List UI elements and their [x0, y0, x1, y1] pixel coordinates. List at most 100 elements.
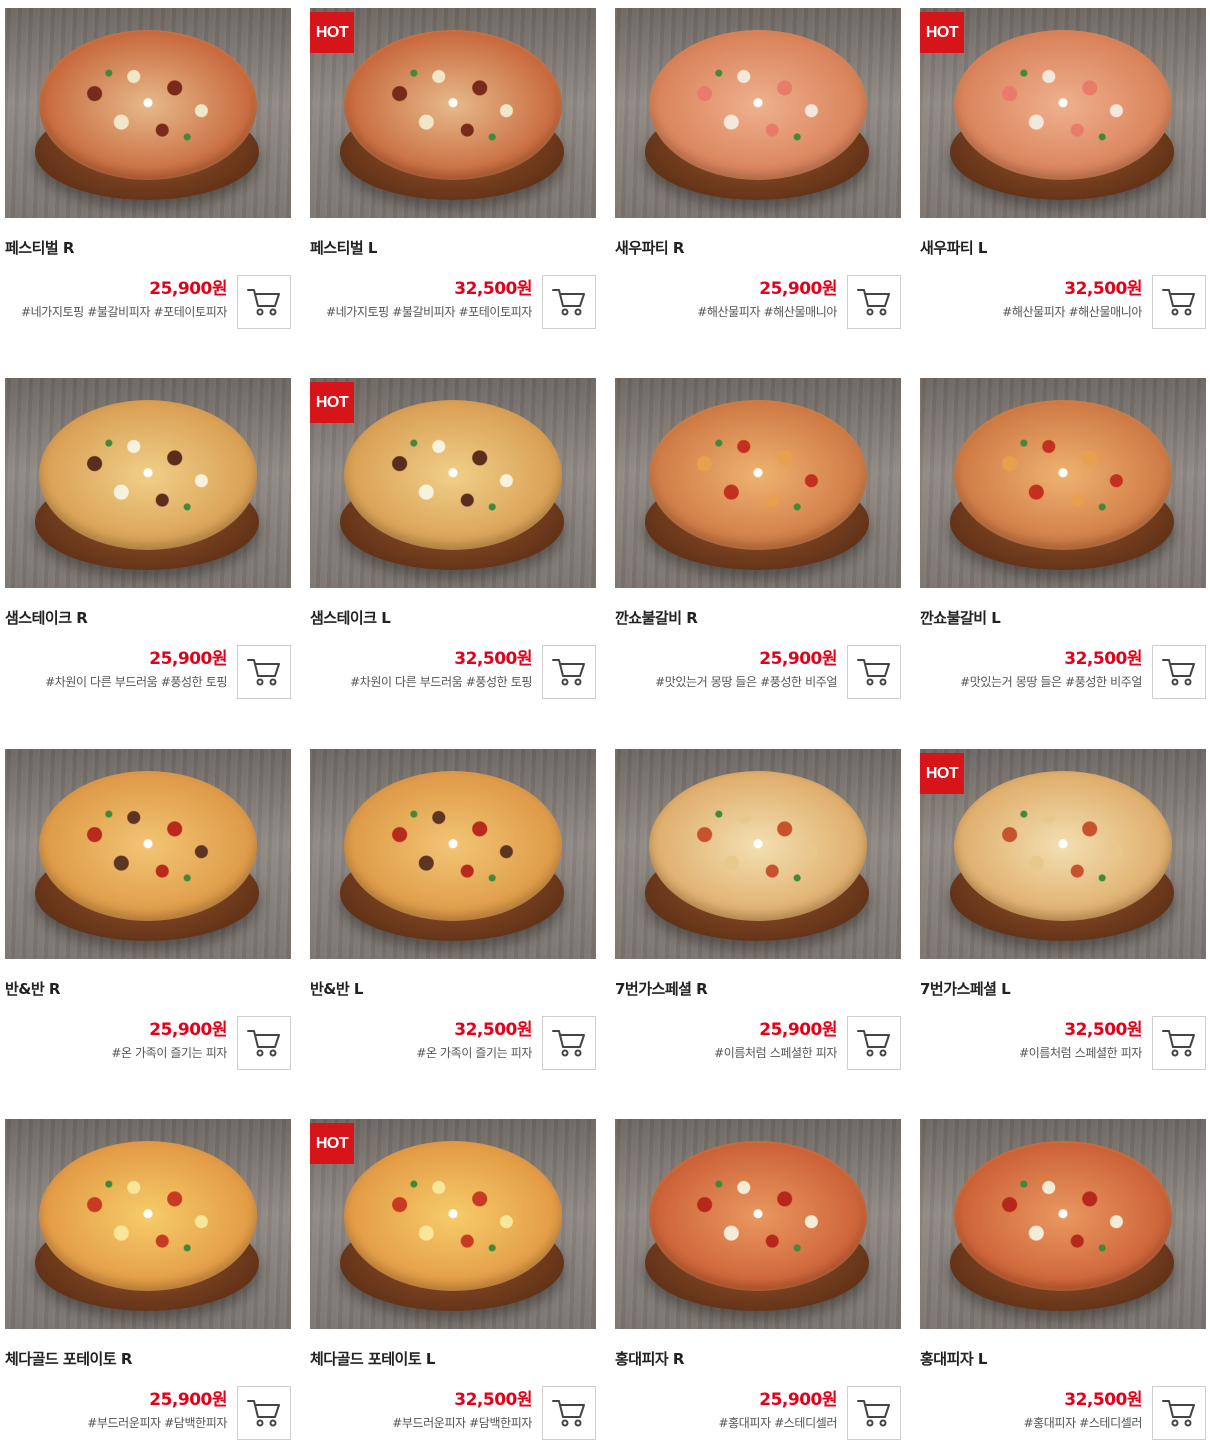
add-to-cart-button[interactable] [237, 1016, 291, 1070]
product-tags: #홍대피자 #스테디셀러 [1023, 1416, 1143, 1430]
pizza-image[interactable] [5, 749, 291, 959]
product-tags: #맛있는거 몽땅 들은 #풍성한 비주얼 [960, 675, 1142, 689]
product-price: 25,900원 [759, 649, 837, 669]
product-card-3[interactable]: 새우파티 R 25,900원 #해산물피자 #해산물매니아 [615, 8, 901, 338]
pizza-image[interactable]: HOT [920, 8, 1206, 218]
product-price: 25,900원 [149, 1390, 227, 1410]
shopping-cart-icon [552, 289, 585, 316]
product-card-16[interactable]: 홍대피자 L 32,500원 #홍대피자 #스테디셀러 [920, 1119, 1206, 1441]
product-tags: #해산물피자 #해산물매니아 [1002, 305, 1142, 319]
hot-badge: HOT [310, 12, 354, 53]
add-to-cart-button[interactable] [542, 645, 596, 699]
product-name[interactable]: 홍대피자 L [920, 1348, 987, 1369]
product-tags: #홍대피자 #스테디셀러 [718, 1416, 838, 1430]
product-name[interactable]: 페스티벌 R [5, 237, 74, 258]
product-name[interactable]: 7번가스페셜 R [615, 978, 708, 999]
shopping-cart-icon [1162, 1030, 1195, 1057]
product-tags: #네가지토핑 #불갈비피자 #포테이토피자 [325, 305, 532, 319]
product-tags: #차원이 다른 부드러움 #풍성한 토핑 [350, 675, 532, 689]
product-card-9[interactable]: 반&반 R 25,900원 #온 가족이 즐기는 피자 [5, 749, 291, 1079]
add-to-cart-button[interactable] [237, 1386, 291, 1440]
product-card-14[interactable]: HOT 체다골드 포테이토 L 32,500원 #부드러운피자 #담백한피자 [310, 1119, 596, 1441]
add-to-cart-button[interactable] [542, 1016, 596, 1070]
product-name[interactable]: 반&반 L [310, 978, 363, 999]
product-tags: #부드러운피자 #담백한피자 [87, 1416, 227, 1430]
product-name[interactable]: 체다골드 포테이토 R [5, 1348, 132, 1369]
add-to-cart-button[interactable] [542, 1386, 596, 1440]
product-price: 25,900원 [759, 1020, 837, 1040]
product-tags: #이름처럼 스페셜한 피자 [714, 1046, 837, 1060]
add-to-cart-button[interactable] [542, 275, 596, 329]
product-tags: #이름처럼 스페셜한 피자 [1019, 1046, 1142, 1060]
product-tags: #차원이 다른 부드러움 #풍성한 토핑 [45, 675, 227, 689]
add-to-cart-button[interactable] [237, 275, 291, 329]
add-to-cart-button[interactable] [1152, 645, 1206, 699]
product-card-10[interactable]: 반&반 L 32,500원 #온 가족이 즐기는 피자 [310, 749, 596, 1079]
pizza-image[interactable] [5, 8, 291, 218]
product-price: 32,500원 [454, 649, 532, 669]
product-card-11[interactable]: 7번가스페셜 R 25,900원 #이름처럼 스페셜한 피자 [615, 749, 901, 1079]
pizza-image[interactable] [920, 1119, 1206, 1329]
product-card-15[interactable]: 홍대피자 R 25,900원 #홍대피자 #스테디셀러 [615, 1119, 901, 1441]
product-card-13[interactable]: 체다골드 포테이토 R 25,900원 #부드러운피자 #담백한피자 [5, 1119, 291, 1441]
product-name[interactable]: 새우파티 R [615, 237, 684, 258]
add-to-cart-button[interactable] [237, 645, 291, 699]
pizza-image[interactable]: HOT [310, 8, 596, 218]
pizza-image[interactable]: HOT [920, 749, 1206, 959]
product-tags: #온 가족이 즐기는 피자 [416, 1046, 532, 1060]
pizza-image[interactable] [615, 8, 901, 218]
product-card-4[interactable]: HOT 새우파티 L 32,500원 #해산물피자 #해산물매니아 [920, 8, 1206, 338]
product-price: 32,500원 [454, 1390, 532, 1410]
shopping-cart-icon [1162, 1400, 1195, 1427]
shopping-cart-icon [1162, 289, 1195, 316]
product-name[interactable]: 새우파티 L [920, 237, 987, 258]
pizza-image[interactable] [615, 378, 901, 588]
product-price: 25,900원 [149, 1020, 227, 1040]
shopping-cart-icon [247, 1030, 280, 1057]
add-to-cart-button[interactable] [847, 1016, 901, 1070]
add-to-cart-button[interactable] [847, 275, 901, 329]
add-to-cart-button[interactable] [1152, 1386, 1206, 1440]
product-card-1[interactable]: 페스티벌 R 25,900원 #네가지토핑 #불갈비피자 #포테이토피자 [5, 8, 291, 338]
product-card-12[interactable]: HOT 7번가스페셜 L 32,500원 #이름처럼 스페셜한 피자 [920, 749, 1206, 1079]
product-card-5[interactable]: 샘스테이크 R 25,900원 #차원이 다른 부드러움 #풍성한 토핑 [5, 378, 291, 708]
product-card-8[interactable]: 깐쇼불갈비 L 32,500원 #맛있는거 몽땅 들은 #풍성한 비주얼 [920, 378, 1206, 708]
add-to-cart-button[interactable] [847, 1386, 901, 1440]
add-to-cart-button[interactable] [847, 645, 901, 699]
product-grid: 페스티벌 R 25,900원 #네가지토핑 #불갈비피자 #포테이토피자 HOT… [0, 0, 1210, 1441]
pizza-image[interactable] [615, 749, 901, 959]
shopping-cart-icon [857, 1400, 890, 1427]
pizza-image[interactable]: HOT [310, 1119, 596, 1329]
add-to-cart-button[interactable] [1152, 1016, 1206, 1070]
shopping-cart-icon [857, 659, 890, 686]
product-price: 25,900원 [759, 1390, 837, 1410]
product-price: 25,900원 [149, 279, 227, 299]
product-name[interactable]: 샘스테이크 L [310, 607, 391, 628]
pizza-image[interactable] [5, 378, 291, 588]
shopping-cart-icon [1162, 659, 1195, 686]
pizza-image[interactable] [615, 1119, 901, 1329]
product-name[interactable]: 홍대피자 R [615, 1348, 684, 1369]
pizza-image[interactable] [920, 378, 1206, 588]
product-card-2[interactable]: HOT 페스티벌 L 32,500원 #네가지토핑 #불갈비피자 #포테이토피자 [310, 8, 596, 338]
pizza-image[interactable] [310, 749, 596, 959]
product-name[interactable]: 깐쇼불갈비 R [615, 607, 698, 628]
product-name[interactable]: 깐쇼불갈비 L [920, 607, 1001, 628]
hot-badge: HOT [920, 12, 964, 53]
hot-badge: HOT [920, 753, 964, 794]
product-card-6[interactable]: HOT 샘스테이크 L 32,500원 #차원이 다른 부드러움 #풍성한 토핑 [310, 378, 596, 708]
pizza-image[interactable] [5, 1119, 291, 1329]
hot-badge: HOT [310, 1123, 354, 1164]
product-card-7[interactable]: 깐쇼불갈비 R 25,900원 #맛있는거 몽땅 들은 #풍성한 비주얼 [615, 378, 901, 708]
product-name[interactable]: 샘스테이크 R [5, 607, 88, 628]
add-to-cart-button[interactable] [1152, 275, 1206, 329]
product-name[interactable]: 7번가스페셜 L [920, 978, 1011, 999]
product-name[interactable]: 체다골드 포테이토 L [310, 1348, 435, 1369]
product-price: 25,900원 [759, 279, 837, 299]
product-name[interactable]: 반&반 R [5, 978, 60, 999]
product-name[interactable]: 페스티벌 L [310, 237, 377, 258]
hot-badge: HOT [310, 382, 354, 423]
pizza-image[interactable]: HOT [310, 378, 596, 588]
shopping-cart-icon [552, 659, 585, 686]
shopping-cart-icon [247, 659, 280, 686]
